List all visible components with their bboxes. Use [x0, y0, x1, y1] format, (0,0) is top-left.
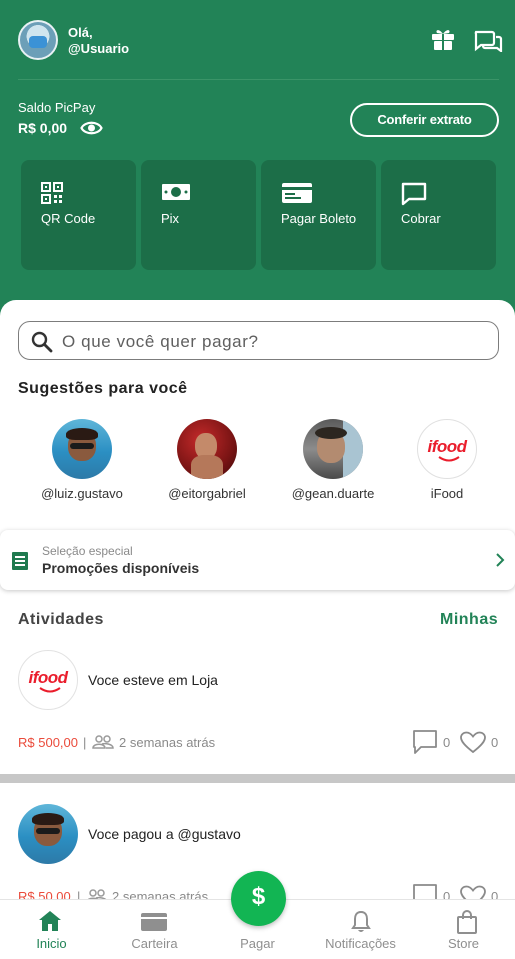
promo-subtitle: Seleção especial — [42, 544, 133, 558]
activity-text: Voce pagou a @gustavo — [88, 826, 241, 842]
pay-button[interactable]: $ — [231, 871, 286, 926]
nav-label: Notificações — [325, 936, 396, 951]
greeting-text: Olá, — [68, 25, 93, 40]
people-icon — [92, 735, 114, 749]
avatar[interactable] — [18, 20, 58, 60]
activity-separator: | — [83, 735, 87, 750]
nav-item-inicio[interactable]: Inicio — [0, 900, 103, 959]
suggestion-item[interactable]: @luiz.gustavo — [36, 419, 128, 501]
action-pagar-boleto[interactable]: Pagar Boleto — [261, 160, 376, 270]
message-icon — [401, 182, 427, 206]
activity-avatar[interactable]: ifood — [18, 650, 78, 710]
gift-icon[interactable] — [431, 28, 455, 50]
dollar-icon: $ — [251, 883, 266, 910]
money-icon — [162, 184, 190, 200]
action-label: QR Code — [41, 211, 96, 226]
action-label: Pagar Boleto — [281, 211, 357, 226]
header: Olá, @Usuario Saldo PicPay R$ 0,00 Confe… — [0, 0, 515, 330]
suggestion-avatar: ifood — [417, 419, 477, 479]
suggestion-name: iFood — [430, 486, 464, 501]
suggestions-title: Sugestões para você — [18, 380, 188, 397]
nav-item-carteira[interactable]: Carteira — [103, 900, 206, 959]
action-pix[interactable]: Pix — [141, 160, 256, 270]
home-icon — [39, 911, 61, 931]
action-cobrar[interactable]: Cobrar — [381, 160, 496, 270]
balance-label: Saldo PicPay — [18, 100, 96, 115]
suggestion-item[interactable]: ifood iFood — [401, 419, 493, 501]
nav-label: Pagar — [240, 936, 275, 951]
promo-card[interactable]: Seleção especial Promoções disponíveis — [0, 530, 515, 590]
chevron-right-icon — [496, 553, 505, 567]
action-label: Pix — [161, 211, 180, 226]
activities-title: Atividades — [18, 611, 104, 628]
nav-item-store[interactable]: Store — [412, 900, 515, 959]
ifood-logo: ifood — [427, 437, 467, 456]
activity-amount: R$ 500,00 — [18, 735, 78, 750]
activity-text: Voce esteve em Loja — [88, 672, 218, 688]
suggestion-name: @eitorgabriel — [168, 486, 246, 501]
suggestion-name: @luiz.gustavo — [41, 486, 123, 501]
qr-code-icon — [41, 182, 63, 204]
search-placeholder: O que você quer pagar? — [62, 332, 259, 351]
search-icon — [31, 331, 53, 353]
suggestion-item[interactable]: @eitorgabriel — [161, 419, 253, 501]
like-count: 0 — [491, 735, 499, 750]
username: @Usuario — [68, 41, 130, 56]
nav-label: Store — [447, 936, 480, 951]
comment-count: 0 — [443, 735, 451, 750]
suggestion-avatar — [52, 419, 112, 479]
boleto-icon — [282, 183, 312, 203]
header-divider — [18, 79, 499, 80]
suggestion-avatar — [303, 419, 363, 479]
avatar-mask — [29, 36, 47, 48]
activity-time: 2 semanas atrás — [119, 735, 216, 750]
heart-icon[interactable] — [460, 731, 486, 754]
feed-separator — [0, 774, 515, 783]
action-label: Cobrar — [401, 211, 441, 226]
comment-icon[interactable] — [412, 729, 438, 755]
ifood-smile — [438, 456, 460, 462]
suggestion-item[interactable]: @gean.duarte — [287, 419, 379, 501]
bag-icon — [457, 910, 477, 934]
app-screen: Olá, @Usuario Saldo PicPay R$ 0,00 Confe… — [0, 0, 515, 959]
balance-value: R$ 0,00 — [18, 120, 68, 136]
promo-title: Promoções disponíveis — [42, 560, 200, 576]
action-qr-code[interactable]: QR Code — [21, 160, 136, 270]
eye-icon[interactable] — [80, 119, 103, 137]
nav-label: Inicio — [36, 936, 67, 951]
suggestion-name: @gean.duarte — [291, 486, 375, 501]
activity-avatar[interactable] — [18, 804, 78, 864]
greeting: Olá, @Usuario — [68, 25, 129, 57]
chat-icon[interactable] — [473, 30, 503, 52]
mine-link[interactable]: Minhas — [440, 611, 498, 629]
search-input[interactable]: O que você quer pagar? — [18, 321, 499, 360]
receipt-icon — [12, 552, 28, 570]
nav-item-notificacoes[interactable]: Notificações — [309, 900, 412, 959]
suggestion-avatar — [177, 419, 237, 479]
content-sheet — [0, 300, 515, 959]
nav-label: Carteira — [131, 936, 178, 951]
statement-button[interactable]: Conferir extrato — [350, 103, 499, 137]
wallet-icon — [141, 913, 167, 931]
ifood-smile — [39, 687, 61, 693]
ifood-logo: ifood — [28, 668, 68, 687]
bell-icon — [351, 910, 371, 932]
